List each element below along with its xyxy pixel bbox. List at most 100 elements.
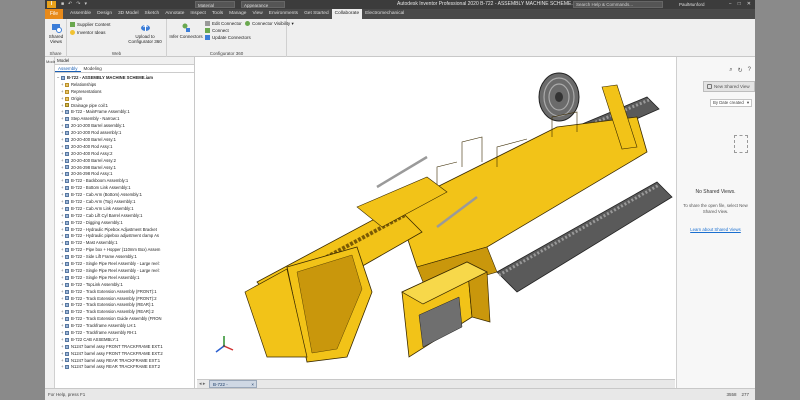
file-menu-button[interactable]: File <box>45 9 63 19</box>
browser-node[interactable]: + B-722 - Track Extension Assembly (FRONT… <box>55 289 194 296</box>
sort-dropdown[interactable]: By Date created ▾ <box>710 99 752 107</box>
tab-environments[interactable]: Environments <box>266 9 301 19</box>
close-icon[interactable]: ✕ <box>747 1 751 8</box>
document-tab-close-icon[interactable]: × <box>251 381 254 388</box>
browser-node[interactable]: + B-722 - Trackframe Assembly RH:1 <box>55 330 194 337</box>
browser-node-label: B-722 - Cab Arm Link Assembly:1 <box>71 205 134 211</box>
browser-node[interactable]: + B-722 - Track Extension Assembly (REAR)… <box>55 309 194 316</box>
browser-node[interactable]: + B-722 - Single Pipe Reel Assembly - Lar… <box>55 268 194 275</box>
folder-icon <box>65 96 69 101</box>
browser-node[interactable]: + B-722 - Bottom Link Assembly:1 <box>55 185 194 192</box>
browser-node[interactable]: +20-26-298 Barrel Assy:1 <box>55 165 194 172</box>
browser-node[interactable]: + B-722 - Mast Assembly:1 <box>55 240 194 247</box>
browser-node[interactable]: + N1247 barrel assy FRONT TRACKFRAME EXT:… <box>55 351 194 358</box>
user-account[interactable]: PaulMunford <box>679 1 705 8</box>
browser-node[interactable]: + B-722 - Single Pipe Reel Assembly:1 <box>55 275 194 282</box>
browser-node-label: B-722 - Pipe box + Hopper (110mm Box) As… <box>71 247 161 253</box>
edit-connector-button[interactable]: Edit Connector <box>205 21 242 27</box>
browser-node[interactable]: + N1247 barrel assy FRONT TRACKFRAME EXT:… <box>55 344 194 351</box>
browser-node[interactable]: +20-20-400 Rod Assy:1 <box>55 144 194 151</box>
browser-node[interactable]: + B-722 - Track Extension Assembly (REAR)… <box>55 302 194 309</box>
supplier-content-icon <box>70 22 75 28</box>
tab-assemble[interactable]: Assemble <box>67 9 94 19</box>
browser-node[interactable]: − B-722 - ASSEMBLY MACHINE SCHEME.iam <box>55 75 194 82</box>
tab-collaborate[interactable]: Collaborate <box>331 9 363 19</box>
new-shared-view-button[interactable]: New Shared View <box>703 81 755 92</box>
help-search-input[interactable]: Search Help & Commands... <box>573 1 663 8</box>
appearance-dropdown[interactable]: Appearance <box>241 1 285 8</box>
browser-node[interactable]: + B-722 - TopLink Assembly:1 <box>55 282 194 289</box>
browser-node[interactable]: + B-722 - MainFrame Assembly:1 <box>55 109 194 116</box>
browser-node[interactable]: +20-10-200 Barrel assembly:1 <box>55 123 194 130</box>
upload-configurator-button[interactable]: Upload to Configurator 360 <box>125 22 165 44</box>
browser-node[interactable]: + B-722 - Track Extension Guide Assembly … <box>55 316 194 323</box>
browser-node[interactable]: + B-722 - Cab Arm (Bottom) Assembly:1 <box>55 192 194 199</box>
connector-visibility-dropdown[interactable]: Connector Visibility ▾ <box>245 21 294 27</box>
browser-node[interactable]: + B-722 - Track Extension Assembly (FRONT… <box>55 296 194 303</box>
browser-node[interactable]: + B-722 - Pipe box + Hopper (110mm Box) A… <box>55 247 194 254</box>
browser-node[interactable]: +20-10-200 Rod assembly:1 <box>55 130 194 137</box>
browser-node[interactable]: + B-722 - Cab Arm (Top) Assembly:1 <box>55 199 194 206</box>
tab-3d-model[interactable]: 3D Model <box>115 9 142 19</box>
tab-manage[interactable]: Manage <box>226 9 249 19</box>
qat-undo-icon[interactable]: ↶ <box>68 1 72 7</box>
browser-node[interactable]: +20-20-400 Rod Assy:2 <box>55 151 194 158</box>
infer-connectors-button[interactable]: Infer Connectors <box>168 22 204 39</box>
browser-node[interactable]: + B-722 - Single Pipe Reel Assembly - Lar… <box>55 261 194 268</box>
minimize-icon[interactable]: − <box>729 1 732 8</box>
browser-node[interactable]: + B-722 - Cab Lift Cyl Barrel Assembly:1 <box>55 213 194 220</box>
browser-node[interactable]: + B-722 - Cab Arm Link Assembly:1 <box>55 206 194 213</box>
shared-views-button[interactable]: Shared Views <box>47 22 65 44</box>
maximize-icon[interactable]: □ <box>738 1 741 8</box>
tab-view[interactable]: View <box>249 9 265 19</box>
search-icon[interactable]: ⌕ <box>729 67 732 74</box>
browser-node[interactable]: + Origin <box>55 96 194 103</box>
qat-save-icon[interactable]: ■ <box>61 1 64 7</box>
qat-redo-icon[interactable]: ↷ <box>76 1 80 7</box>
graphics-viewport[interactable] <box>197 57 675 379</box>
browser-node[interactable]: + B-722 - Backboom Assembly:1 <box>55 178 194 185</box>
ribbon-tabs: File Assemble Design 3D Model Sketch Ann… <box>45 9 755 19</box>
browser-tab-modeling[interactable]: Modeling <box>81 65 105 72</box>
inventor-logo-icon[interactable]: I <box>47 1 56 8</box>
tab-sketch[interactable]: Sketch <box>142 9 163 19</box>
browser-node[interactable]: + N1247 barrel assy REAR TRACKFRAME EXT:2 <box>55 364 194 371</box>
browser-node[interactable]: + B-722 - Side Lift Frame Assembly:1 <box>55 254 194 261</box>
browser-node[interactable]: + B-722 - Digging Assembly:1 <box>55 220 194 227</box>
connect-button[interactable]: Connect <box>205 28 229 34</box>
inventor-ideas-button[interactable]: Inventor Ideas <box>70 30 106 36</box>
browser-node[interactable]: + B-722 CAB ASSEMBLY:1 <box>55 337 194 344</box>
tab-design[interactable]: Design <box>94 9 115 19</box>
browser-node[interactable]: +20-20-400 Barrel Assy:1 <box>55 137 194 144</box>
tab-annotate[interactable]: Annotate <box>162 9 187 19</box>
browser-node[interactable]: + N1247 barrel assy REAR TRACKFRAME EXT:1 <box>55 358 194 365</box>
refresh-icon[interactable]: ↻ <box>738 67 743 74</box>
browser-node[interactable]: +20-20-400 Barrel Assy:2 <box>55 158 194 165</box>
browser-node[interactable]: + Relationships <box>55 82 194 89</box>
document-tab-assembly[interactable]: B-722 - ASSEMB...iam × <box>209 380 257 394</box>
tab-inspect[interactable]: Inspect <box>187 9 208 19</box>
browser-node[interactable]: + Step Assembly - Narrow:1 <box>55 116 194 123</box>
update-connectors-button[interactable]: Update Connectors <box>205 35 251 41</box>
tab-get-started[interactable]: Get Started <box>301 9 332 19</box>
tab-electromechanical[interactable]: Electromechanical <box>362 9 407 19</box>
assembly-icon <box>65 124 69 129</box>
assembly-icon <box>65 186 69 191</box>
tab-tools[interactable]: Tools <box>209 9 226 19</box>
supplier-content-button[interactable]: Supplier Content <box>70 22 111 28</box>
browser-node[interactable]: + B-722 - Hydraulic Pipebox Adjustment Br… <box>55 227 194 234</box>
browser-node[interactable]: + Drainage pipe coil:1 <box>55 103 194 110</box>
material-dropdown[interactable]: Material <box>195 1 235 8</box>
browser-node[interactable]: +20-26-298 Rod Assy:1 <box>55 171 194 178</box>
qat-more-icon[interactable]: ▾ <box>84 1 87 7</box>
folder-icon <box>65 89 69 94</box>
browser-node[interactable]: + B-722 - Trackframe Assembly LH:1 <box>55 323 194 330</box>
help-icon[interactable]: ? <box>748 67 751 74</box>
assembly-icon <box>65 206 69 211</box>
browser-tab-assembly[interactable]: Assembly <box>55 65 81 72</box>
browser-node[interactable]: + Representations <box>55 89 194 96</box>
machine-3d-model[interactable] <box>197 57 675 379</box>
browser-node[interactable]: + B-722 - Hydraulic pipebox adjustment cl… <box>55 233 194 240</box>
learn-shared-views-link[interactable]: Learn about Shared Views <box>676 227 755 232</box>
doc-tab-nav-arrows[interactable]: ◂ ▸ <box>199 381 205 387</box>
